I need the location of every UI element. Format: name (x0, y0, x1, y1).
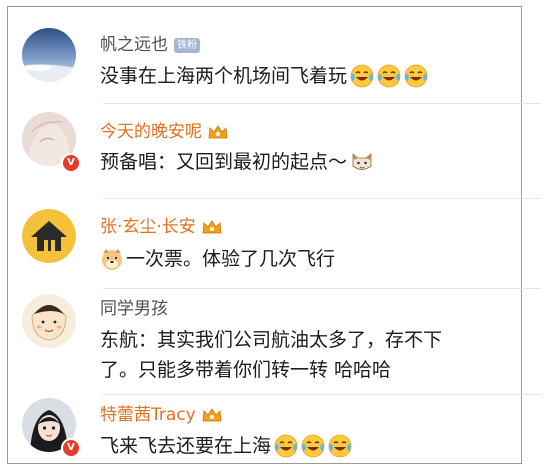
comment-text-body: 一次票。体验了几次飞行 (126, 248, 336, 270)
comment-list: 帆之远也 铁粉 没事在上海两个机场间飞着玩 V 今天的晚安呢 预备唱：又回到最初 (7, 6, 541, 464)
laugh-cry-emoji (328, 434, 352, 458)
cat-face-emoji (350, 150, 374, 174)
username[interactable]: 特蕾茜Tracy (100, 405, 222, 425)
divider (103, 198, 541, 199)
laugh-cry-emoji (404, 64, 428, 88)
crown-icon (208, 124, 228, 140)
username-text[interactable]: 同学男孩 (100, 299, 168, 319)
divider (103, 394, 541, 395)
comment-text-line-1: 东航：其实我们公司航油太多了，存不下 (100, 325, 442, 355)
avatar[interactable] (22, 28, 76, 82)
fan-badge: 铁粉 (174, 37, 200, 53)
laugh-cry-emoji (301, 434, 325, 458)
comment-text-body: 东航：其实我们公司航油太多了，存不下 (100, 329, 443, 351)
verified-badge: V (61, 153, 81, 173)
username[interactable]: 帆之远也 铁粉 (100, 35, 200, 55)
comment-text-body: 预备唱：又回到最初的起点～ (100, 151, 348, 173)
crown-icon (202, 407, 222, 423)
comment-text: 一次票。体验了几次飞行 (100, 244, 335, 274)
comment-text: 预备唱：又回到最初的起点～ (100, 147, 374, 177)
doge-emoji (100, 247, 124, 271)
username[interactable]: 今天的晚安呢 (100, 122, 228, 142)
divider (103, 288, 541, 289)
avatar[interactable] (22, 209, 76, 263)
username[interactable]: 张·玄尘·长安 (100, 217, 222, 237)
avatar[interactable] (22, 294, 76, 348)
laugh-cry-emoji (350, 64, 374, 88)
comment-text: 飞来飞去还要在上海 (100, 431, 352, 461)
username-text[interactable]: 特蕾茜Tracy (100, 405, 196, 425)
comment-text-line-2: 了。只能多带着你们转一转 哈哈哈 (100, 355, 391, 385)
laugh-cry-emoji (274, 434, 298, 458)
username-text[interactable]: 今天的晚安呢 (100, 122, 202, 142)
username-text[interactable]: 张·玄尘·长安 (100, 217, 196, 237)
comment-text: 没事在上海两个机场间飞着玩 (100, 61, 428, 91)
divider (103, 103, 541, 104)
comment-text-body: 了。只能多带着你们转一转 哈哈哈 (100, 359, 392, 381)
username[interactable]: 同学男孩 (100, 299, 168, 319)
username-text[interactable]: 帆之远也 (100, 35, 168, 55)
comment-text-body: 没事在上海两个机场间飞着玩 (100, 65, 348, 87)
crown-icon (202, 219, 222, 235)
comment-text-body: 飞来飞去还要在上海 (100, 435, 272, 457)
laugh-cry-emoji (377, 64, 401, 88)
verified-badge: V (61, 438, 81, 458)
